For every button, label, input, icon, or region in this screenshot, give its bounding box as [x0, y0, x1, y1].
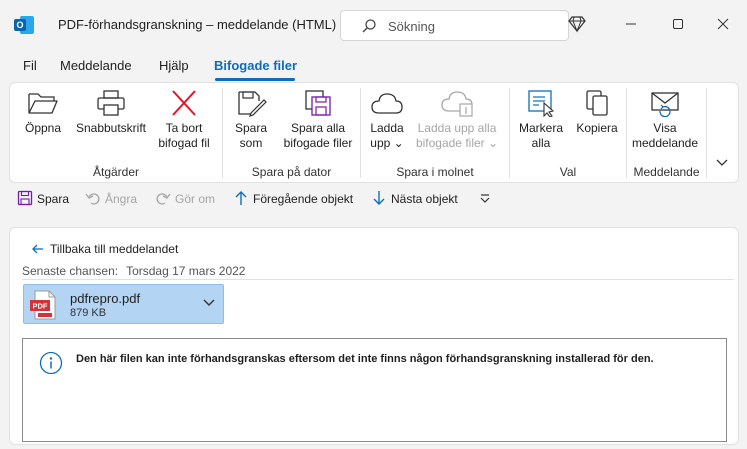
envelope-icon: [651, 92, 679, 117]
active-tab-indicator: [215, 78, 295, 81]
pdf-file-icon: PDF: [30, 290, 56, 320]
cloud-icon: [371, 93, 403, 114]
tab-meddelande[interactable]: Meddelande: [60, 58, 132, 73]
redo-icon: [156, 193, 171, 205]
close-icon[interactable]: [712, 13, 734, 35]
attachment-size: 879 KB: [70, 307, 107, 319]
printer-icon: [97, 90, 125, 116]
attachment-card[interactable]: PDF pdfrepro.pdf 879 KB: [23, 284, 224, 324]
qat-redo-button[interactable]: Gör om: [155, 192, 215, 206]
search-icon: [362, 19, 376, 33]
attachment-name: pdfrepro.pdf: [70, 291, 141, 306]
tab-hjalp[interactable]: Hjälp: [159, 58, 189, 73]
divider: [22, 279, 734, 280]
search-placeholder: Sökning: [388, 19, 435, 34]
ribbon: Öppna Snabbutskrift Ta bort bifogad fil …: [9, 82, 739, 183]
group-label-meddelande: Meddelande: [633, 165, 700, 179]
svg-text:PDF: PDF: [33, 302, 48, 311]
group-label-atgarder: Åtgärder: [92, 165, 140, 179]
group-label-spara-i-molnet: Spara i molnet: [396, 165, 474, 179]
qat-undo-button[interactable]: Ångra: [85, 192, 137, 206]
tab-bifogade-filer[interactable]: Bifogade filer: [214, 58, 297, 73]
deadline-label: Senaste chansen:: [22, 264, 119, 278]
back-to-message-link[interactable]: Tillbaka till meddelandet: [32, 242, 178, 256]
preview-unavailable-message: Den här filen kan inte förhandsgranskas …: [76, 353, 654, 365]
arrow-up-icon: [235, 191, 247, 205]
diamond-icon[interactable]: [567, 14, 587, 34]
select-all-button[interactable]: Markera alla: [514, 89, 568, 151]
quick-access-toolbar: Spara Ångra Gör om Föregående objekt Näs…: [9, 183, 739, 215]
tab-fil[interactable]: Fil: [23, 58, 37, 73]
arrow-down-icon: [373, 191, 385, 205]
qat-next-item-button[interactable]: Nästa objekt: [371, 191, 458, 206]
info-icon: [39, 351, 63, 375]
maximize-icon[interactable]: [667, 13, 689, 35]
save-as-button[interactable]: Spara som: [226, 89, 276, 151]
ribbon-tabs: Fil Meddelande Hjälp Bifogade filer: [0, 50, 747, 80]
save-icon: [17, 190, 33, 206]
copy-button[interactable]: Kopiera: [570, 89, 624, 136]
upload-button[interactable]: Ladda upp ⌄: [364, 89, 410, 151]
folder-open-icon: [28, 93, 58, 114]
group-separator: [706, 88, 707, 178]
open-button[interactable]: Öppna: [16, 89, 70, 136]
save-all-icon: [305, 90, 331, 116]
cloud-upload-icon: [441, 91, 473, 117]
group-label-val: Val: [559, 165, 577, 179]
undo-icon: [85, 193, 100, 205]
qat-save-button[interactable]: Spara: [17, 190, 69, 206]
upload-all-button[interactable]: Ladda upp alla bifogade filer ⌄: [414, 89, 500, 151]
customize-toolbar-icon[interactable]: [480, 193, 490, 205]
deadline-info: Senaste chansen: Torsdag 17 mars 2022: [22, 264, 245, 278]
qat-previous-item-button[interactable]: Föregående objekt: [233, 191, 353, 206]
window-title: PDF-förhandsgranskning – meddelande (HTM…: [58, 17, 337, 32]
select-all-icon: [528, 90, 555, 117]
title-bar: O PDF-förhandsgranskning – meddelande (H…: [0, 0, 747, 50]
save-as-icon: [238, 91, 267, 117]
deadline-value: Torsdag 17 mars 2022: [126, 264, 246, 278]
preview-area: Den här filen kan inte förhandsgranskas …: [22, 338, 727, 442]
chevron-down-icon[interactable]: [716, 159, 728, 167]
outlook-app-icon: O: [14, 16, 34, 34]
quick-print-button[interactable]: Snabbutskrift: [72, 89, 150, 136]
red-x-icon: [172, 90, 196, 116]
attachment-preview-pane: Tillbaka till meddelandet Senaste chanse…: [9, 227, 739, 445]
copy-icon: [586, 90, 608, 116]
group-label-spara-pa-dator: Spara på dator: [251, 165, 332, 179]
minimize-icon[interactable]: [620, 13, 642, 35]
show-message-button[interactable]: Visa meddelande: [628, 89, 702, 151]
remove-attachment-button[interactable]: Ta bort bifogad fil: [152, 89, 216, 151]
save-all-attachments-button[interactable]: Spara alla bifogade filer: [280, 89, 356, 151]
search-box[interactable]: Sökning: [340, 10, 569, 41]
arrow-left-icon: [32, 244, 43, 254]
chevron-down-icon[interactable]: [203, 299, 215, 307]
